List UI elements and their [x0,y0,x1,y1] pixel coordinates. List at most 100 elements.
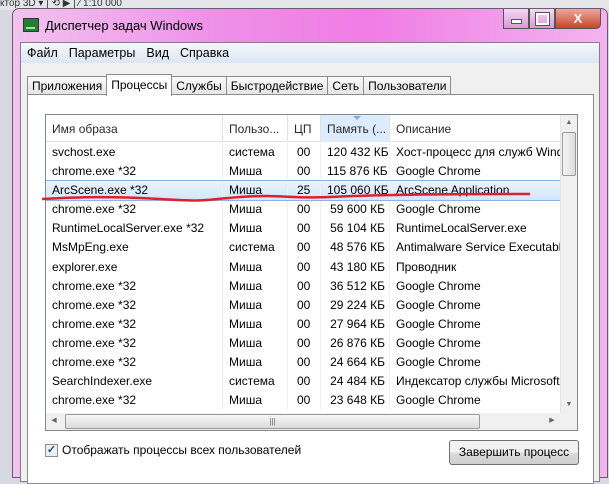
show-all-users-checkbox[interactable]: ✓ Отображать процессы всех пользователей [45,443,301,457]
cell-user: Миша [223,333,288,354]
cell-user: система [223,372,288,392]
cell-image-name: explorer.exe [46,257,223,277]
table-row[interactable]: SearchIndexer.exe система 00 24 484 КБ Индек… [46,372,561,392]
maximize-button[interactable] [529,9,555,29]
column-image-name[interactable]: Имя образа [46,115,223,142]
cell-user: Миша [223,219,288,239]
end-process-button[interactable]: Завершить процесс [449,440,579,465]
tab-performance[interactable]: Быстродействие [225,76,329,95]
cell-description: Google Chrome [390,295,561,315]
cell-image-name: chrome.exe *32 [46,353,223,373]
tab-services[interactable]: Службы [171,76,227,95]
table-row[interactable]: RuntimeLocalServer.exe *32 Миша 00 56 104 К… [46,219,561,239]
cell-description: Индексатор службы Microsoft Windows [390,372,561,392]
column-description[interactable]: Описание [390,115,561,142]
column-memory[interactable]: Память (... [321,115,390,142]
task-manager-window: Диспетчер задач Windows X Файл Параметры… [12,8,608,484]
processes-panel: Имя образа Пользо... ЦП Память (... Опис… [27,94,594,484]
vertical-scroll-thumb[interactable] [562,132,576,176]
cell-description: Google Chrome [390,333,561,354]
cell-cpu: 00 [288,353,321,373]
cell-memory: 26 876 КБ [321,333,390,354]
table-row[interactable]: ArcScene.exe *32 Миша 25 105 060 КБ ArcScene… [46,180,562,202]
menu-file[interactable]: Файл [27,46,58,60]
scrollbar-corner [560,413,577,430]
cell-description: Google Chrome [390,276,561,296]
tab-processes[interactable]: Процессы [106,74,173,96]
cell-user: Миша [223,257,288,277]
cell-cpu: 00 [288,143,321,163]
menu-bar: Файл Параметры Вид Справка [21,43,599,63]
menu-view[interactable]: Вид [146,46,169,60]
cell-memory: 24 484 КБ [321,372,390,392]
table-row[interactable]: chrome.exe *32 Миша 00 29 224 КБ Google Chro… [46,295,561,315]
scroll-up-icon[interactable]: ▲ [561,115,577,131]
menu-help[interactable]: Справка [180,46,229,60]
cell-user: система [223,238,288,258]
vertical-scrollbar[interactable]: ▲ ▼ [560,115,577,413]
cell-user: Миша [223,181,288,201]
cell-description: RuntimeLocalServer.exe [390,219,561,239]
cell-user: Миша [223,314,288,334]
cell-memory: 120 432 КБ [321,143,390,163]
cell-user: Миша [223,276,288,296]
cell-description: ArcScene Application [390,181,561,201]
table-row[interactable]: explorer.exe Миша 00 43 180 КБ Проводник [46,257,561,277]
tab-network[interactable]: Сеть [327,76,365,95]
table-row[interactable]: MsMpEng.exe система 00 48 576 КБ Antimalware… [46,238,561,258]
column-cpu[interactable]: ЦП [288,115,321,142]
cell-cpu: 00 [288,200,321,220]
cell-cpu: 00 [288,238,321,258]
cell-description: Google Chrome [390,391,561,411]
cell-memory: 29 224 КБ [321,295,390,315]
cell-description: Google Chrome [390,314,561,334]
checkbox-checked-icon[interactable]: ✓ [45,443,58,457]
tab-applications[interactable]: Приложения [27,76,108,95]
horizontal-scroll-thumb[interactable]: ||| [65,414,480,429]
cell-image-name: chrome.exe *32 [46,295,223,315]
table-row[interactable]: svchost.exe система 00 120 432 КБ Хост-проце… [46,143,561,163]
cell-image-name: chrome.exe *32 [46,162,223,182]
cell-image-name: chrome.exe *32 [46,200,223,220]
cell-image-name: SearchIndexer.exe [46,372,223,392]
cell-memory: 115 876 КБ [321,162,390,182]
table-row[interactable]: chrome.exe *32 Миша 00 24 664 КБ Google Chro… [46,353,561,373]
minimize-button[interactable] [503,9,529,29]
cell-cpu: 25 [288,181,321,201]
cell-description: Google Chrome [390,200,561,220]
window-title: Диспетчер задач Windows [45,17,204,33]
cell-user: Миша [223,353,288,373]
cell-description: Хост-процесс для служб Windows [390,143,561,163]
cell-cpu: 00 [288,162,321,182]
title-bar: Диспетчер задач Windows [23,12,203,38]
table-row[interactable]: chrome.exe *32 Миша 00 27 964 КБ Google Chro… [46,314,561,334]
cell-cpu: 00 [288,276,321,296]
table-row[interactable]: chrome.exe *32 Миша 00 59 600 КБ Google Chro… [46,200,561,220]
horizontal-scrollbar[interactable]: ◀ ||| ▶ [46,413,561,430]
menu-options[interactable]: Параметры [69,46,136,60]
cell-cpu: 00 [288,295,321,315]
cell-description: Google Chrome [390,162,561,182]
tab-users[interactable]: Пользователи [363,76,452,95]
cell-description: Проводник [390,257,561,277]
cell-user: система [223,143,288,163]
tab-strip: Приложения Процессы Службы Быстродействи… [27,73,452,96]
table-row[interactable]: chrome.exe *32 Миша 00 26 876 КБ Google Chro… [46,333,561,354]
scroll-down-icon[interactable]: ▼ [561,397,577,413]
cell-cpu: 00 [288,372,321,392]
table-row[interactable]: chrome.exe *32 Миша 00 115 876 КБ Google Chr… [46,162,561,182]
close-button[interactable]: X [555,9,601,29]
table-row[interactable]: chrome.exe *32 Миша 00 23 648 КБ Google Chro… [46,391,561,411]
column-user[interactable]: Пользо... [223,115,288,142]
cell-cpu: 00 [288,333,321,354]
cell-image-name: chrome.exe *32 [46,276,223,296]
table-row[interactable]: chrome.exe *32 Миша 00 36 512 КБ Google Chro… [46,276,561,296]
cell-description: Antimalware Service Executable [390,238,561,258]
cell-memory: 59 600 КБ [321,200,390,220]
cell-image-name: MsMpEng.exe [46,238,223,258]
cell-user: Миша [223,391,288,411]
list-header: Имя образа Пользо... ЦП Память (... Опис… [46,115,561,142]
scroll-left-icon[interactable]: ◀ [46,413,62,429]
cell-description: Google Chrome [390,353,561,373]
scroll-right-icon[interactable]: ▶ [544,413,560,429]
